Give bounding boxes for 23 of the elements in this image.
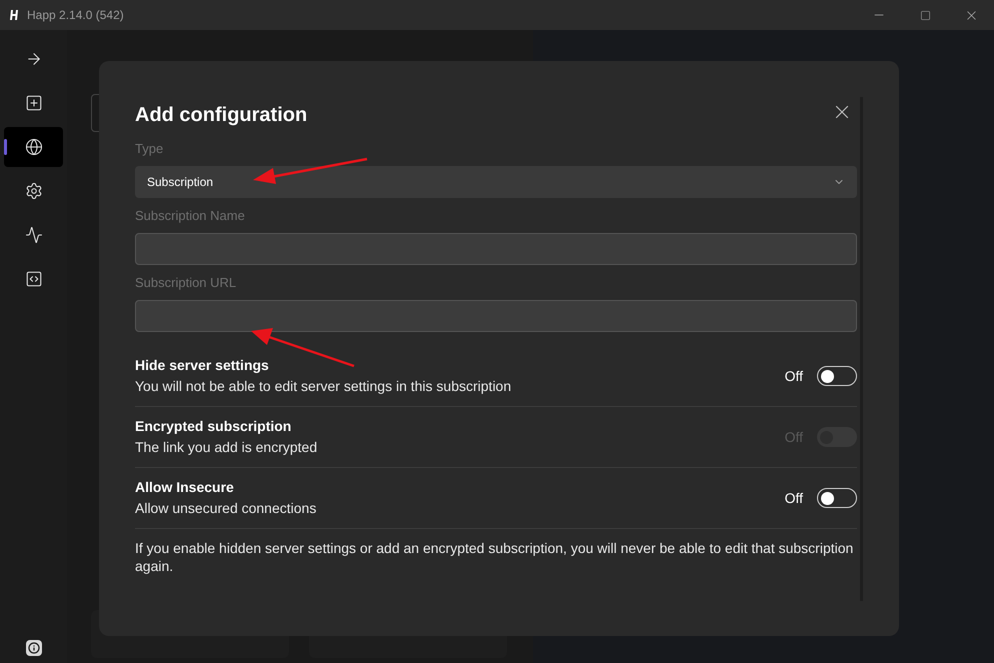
toggle-state-label: Off	[784, 488, 803, 508]
dialog-title: Add configuration	[135, 103, 308, 128]
toggle-state-label: Off	[784, 366, 803, 386]
info-icon[interactable]	[26, 640, 42, 656]
input-field[interactable]	[135, 233, 857, 265]
setting-title: Hide server settings	[135, 356, 270, 375]
input-field[interactable]	[135, 300, 857, 332]
setting-title: Encrypted subscription	[135, 417, 292, 436]
field-label: Type	[135, 140, 164, 158]
globe-icon[interactable]	[4, 127, 63, 167]
toggle-switch[interactable]	[817, 366, 857, 386]
type-select[interactable]: Subscription	[135, 166, 857, 198]
setting-description: The link you add is encrypted	[135, 438, 318, 457]
field-label: Subscription URL	[135, 274, 238, 292]
setting-description: Allow unsecured connections	[135, 499, 318, 518]
app-logo-icon	[9, 9, 19, 21]
window-title: Happ 2.14.0 (542)	[27, 7, 124, 24]
warning-note: If you enable hidden server settings or add an encrypted subscription, you will never be able to edit that subscription again.	[135, 539, 854, 575]
field-label: Subscription Name	[135, 207, 246, 225]
maximize-icon[interactable]	[920, 10, 930, 20]
setting-title: Allow Insecure	[135, 478, 235, 497]
toggle-switch[interactable]	[817, 488, 857, 508]
setting-description: You will not be able to edit server settings in this subscription	[135, 377, 512, 396]
